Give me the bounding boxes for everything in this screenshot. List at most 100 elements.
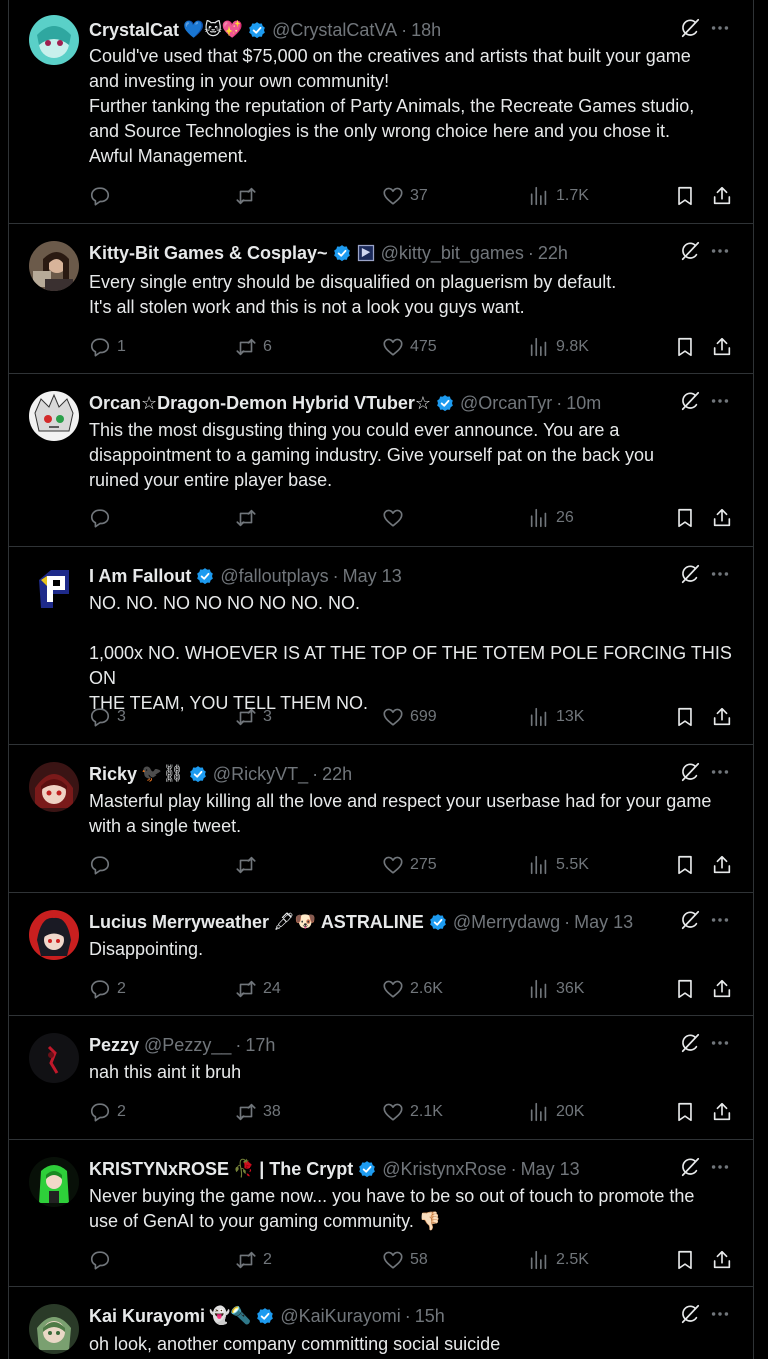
author-name[interactable]: Kai Kurayomi bbox=[89, 1306, 205, 1327]
author-handle[interactable]: @RickyVT_ bbox=[213, 764, 308, 785]
views-button[interactable]: 5.5K bbox=[528, 853, 589, 877]
author-handle[interactable]: @CrystalCatVA bbox=[272, 20, 397, 41]
bookmark-button[interactable] bbox=[674, 705, 696, 729]
grok-icon[interactable] bbox=[679, 563, 701, 585]
timestamp[interactable]: May 13 bbox=[574, 912, 633, 933]
timestamp[interactable]: 15h bbox=[415, 1306, 445, 1327]
bookmark-button[interactable] bbox=[674, 977, 696, 1001]
author-handle[interactable]: @falloutplays bbox=[220, 566, 328, 587]
share-button[interactable] bbox=[711, 335, 733, 359]
tweet[interactable]: CrystalCat 💙🐱💖 @CrystalCatVA · 18h Could've u… bbox=[9, 0, 753, 224]
tweet[interactable]: Lucius Merryweather 🖋🐶 ASTRALINE @Merrydawg… bbox=[9, 893, 753, 1016]
bookmark-button[interactable] bbox=[674, 853, 696, 877]
more-options-icon[interactable] bbox=[709, 909, 731, 931]
more-options-icon[interactable] bbox=[709, 1156, 731, 1178]
share-button[interactable] bbox=[711, 1100, 733, 1124]
reply-button[interactable] bbox=[89, 184, 111, 208]
like-button[interactable]: 275 bbox=[382, 853, 437, 877]
tweet[interactable]: Kitty-Bit Games & Cosplay~ @kitty_bit_gam… bbox=[9, 224, 753, 374]
views-button[interactable]: 1.7K bbox=[528, 184, 589, 208]
author-name[interactable]: Kitty-Bit Games & Cosplay~ bbox=[89, 243, 328, 264]
more-options-icon[interactable] bbox=[709, 240, 731, 262]
more-options-icon[interactable] bbox=[709, 1303, 731, 1325]
like-button[interactable]: 37 bbox=[382, 184, 428, 208]
like-button[interactable]: 2.6K bbox=[382, 977, 443, 1001]
avatar[interactable] bbox=[29, 1033, 79, 1083]
bookmark-button[interactable] bbox=[674, 184, 696, 208]
like-button[interactable]: 2.1K bbox=[382, 1100, 443, 1124]
reply-button[interactable] bbox=[89, 506, 111, 530]
retweet-button[interactable]: 6 bbox=[235, 335, 272, 359]
avatar[interactable] bbox=[29, 15, 79, 65]
like-button[interactable]: 475 bbox=[382, 335, 437, 359]
author-handle[interactable]: @OrcanTyr bbox=[460, 393, 552, 414]
author-handle[interactable]: @KristynxRose bbox=[382, 1159, 506, 1180]
grok-icon[interactable] bbox=[679, 1032, 701, 1054]
tweet[interactable]: I Am Fallout @falloutplays · May 13 NO. NO. … bbox=[9, 547, 753, 745]
reply-button[interactable]: 2 bbox=[89, 1100, 126, 1124]
timestamp[interactable]: May 13 bbox=[521, 1159, 580, 1180]
share-button[interactable] bbox=[711, 506, 733, 530]
retweet-button[interactable]: 24 bbox=[235, 977, 281, 1001]
retweet-button[interactable]: 3 bbox=[235, 705, 272, 729]
avatar[interactable] bbox=[29, 391, 79, 441]
retweet-button[interactable]: 2 bbox=[235, 1248, 272, 1272]
tweet[interactable]: Kai Kurayomi 👻🔦 @KaiKurayomi · 15h oh look, a… bbox=[9, 1287, 753, 1359]
grok-icon[interactable] bbox=[679, 240, 701, 262]
reply-button[interactable] bbox=[89, 1248, 111, 1272]
avatar[interactable] bbox=[29, 762, 79, 812]
views-button[interactable]: 20K bbox=[528, 1100, 584, 1124]
views-button[interactable]: 26 bbox=[528, 506, 574, 530]
author-handle[interactable]: @kitty_bit_games bbox=[381, 243, 524, 264]
share-button[interactable] bbox=[711, 853, 733, 877]
more-options-icon[interactable] bbox=[709, 1032, 731, 1054]
tweet[interactable]: Pezzy @Pezzy__ · 17h nah this aint it bruh 2 3… bbox=[9, 1016, 753, 1140]
more-options-icon[interactable] bbox=[709, 17, 731, 39]
views-button[interactable]: 13K bbox=[528, 705, 584, 729]
grok-icon[interactable] bbox=[679, 909, 701, 931]
author-name[interactable]: KRISTYNxROSE bbox=[89, 1159, 229, 1180]
bookmark-button[interactable] bbox=[674, 1100, 696, 1124]
share-button[interactable] bbox=[711, 977, 733, 1001]
share-button[interactable] bbox=[711, 705, 733, 729]
author-name-suffix[interactable]: ASTRALINE bbox=[321, 912, 424, 933]
grok-icon[interactable] bbox=[679, 1303, 701, 1325]
timestamp[interactable]: 18h bbox=[411, 20, 441, 41]
timestamp[interactable]: 10m bbox=[566, 393, 601, 414]
bookmark-button[interactable] bbox=[674, 335, 696, 359]
more-options-icon[interactable] bbox=[709, 761, 731, 783]
timestamp[interactable]: 22h bbox=[538, 243, 568, 264]
bookmark-button[interactable] bbox=[674, 506, 696, 530]
more-options-icon[interactable] bbox=[709, 390, 731, 412]
retweet-button[interactable] bbox=[235, 184, 257, 208]
views-button[interactable]: 9.8K bbox=[528, 335, 589, 359]
avatar[interactable] bbox=[29, 1304, 79, 1354]
timestamp[interactable]: May 13 bbox=[343, 566, 402, 587]
author-name[interactable]: CrystalCat bbox=[89, 20, 179, 41]
tweet[interactable]: KRISTYNxROSE 🥀 | The Crypt @KristynxRose · Ma… bbox=[9, 1140, 753, 1287]
author-handle[interactable]: @Pezzy__ bbox=[144, 1035, 231, 1056]
author-name[interactable]: Ricky bbox=[89, 764, 137, 785]
like-button[interactable]: 58 bbox=[382, 1248, 428, 1272]
like-button[interactable]: 699 bbox=[382, 705, 437, 729]
retweet-button[interactable] bbox=[235, 853, 257, 877]
share-button[interactable] bbox=[711, 184, 733, 208]
reply-button[interactable]: 2 bbox=[89, 977, 126, 1001]
views-button[interactable]: 36K bbox=[528, 977, 584, 1001]
avatar[interactable] bbox=[29, 910, 79, 960]
grok-icon[interactable] bbox=[679, 390, 701, 412]
reply-button[interactable] bbox=[89, 853, 111, 877]
tweet[interactable]: Ricky 🐦‍⬛⛓ @RickyVT_ · 22h Masterful play kil… bbox=[9, 745, 753, 893]
author-name[interactable]: Pezzy bbox=[89, 1035, 139, 1056]
bookmark-button[interactable] bbox=[674, 1248, 696, 1272]
more-options-icon[interactable] bbox=[709, 563, 731, 585]
share-button[interactable] bbox=[711, 1248, 733, 1272]
timestamp[interactable]: 17h bbox=[245, 1035, 275, 1056]
views-button[interactable]: 2.5K bbox=[528, 1248, 589, 1272]
avatar[interactable] bbox=[29, 241, 79, 291]
reply-button[interactable]: 3 bbox=[89, 705, 126, 729]
author-handle[interactable]: @Merrydawg bbox=[453, 912, 560, 933]
reply-button[interactable]: 1 bbox=[89, 335, 126, 359]
author-name-suffix[interactable]: | The Crypt bbox=[259, 1159, 353, 1180]
grok-icon[interactable] bbox=[679, 761, 701, 783]
